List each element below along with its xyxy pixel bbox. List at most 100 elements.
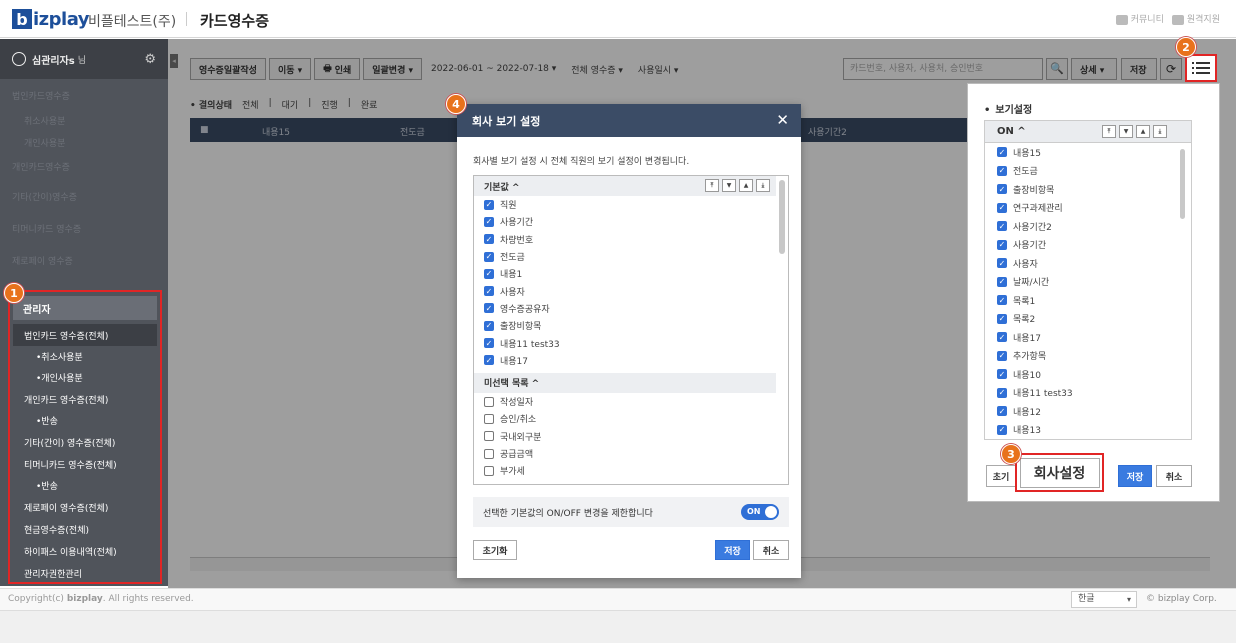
- unselected-group-header[interactable]: 미선택 목록 ^: [474, 372, 776, 393]
- checkbox-checked[interactable]: ✓: [484, 251, 494, 262]
- view-save-button[interactable]: 저장: [1118, 465, 1152, 487]
- checkbox-checked[interactable]: ✓: [997, 332, 1007, 343]
- checkbox-unchecked[interactable]: [484, 396, 494, 407]
- checkbox-checked[interactable]: ✓: [997, 221, 1007, 232]
- default-column-item[interactable]: ✓ 출장비항목: [474, 317, 788, 334]
- checkbox-checked[interactable]: ✓: [484, 286, 494, 297]
- view-column-item[interactable]: ✓ 사용기간: [985, 236, 1191, 255]
- move-top-icon[interactable]: ⤒: [1102, 125, 1116, 138]
- unselected-column-item[interactable]: 부가세: [474, 462, 788, 479]
- checkbox-checked[interactable]: ✓: [997, 387, 1007, 398]
- modal-cancel-button[interactable]: 취소: [753, 540, 789, 560]
- checkbox-unchecked[interactable]: [484, 448, 494, 459]
- unselected-column-item[interactable]: 승인/취소: [474, 410, 788, 427]
- checkbox-checked[interactable]: ✓: [484, 199, 494, 210]
- checkbox-checked[interactable]: ✓: [997, 165, 1007, 176]
- admin-item-personal-card[interactable]: 개인카드 영수증(전체): [10, 388, 160, 410]
- view-settings-toggle-icon[interactable]: [1185, 54, 1217, 82]
- language-select[interactable]: 한글 ▾: [1071, 591, 1137, 608]
- admin-item-permissions[interactable]: 관리자권한관리: [10, 562, 160, 584]
- sidebar-item-personal-use[interactable]: 개인사용분: [0, 131, 168, 153]
- default-column-item[interactable]: ✓ 사용기간: [474, 213, 788, 230]
- restrict-toggle[interactable]: ON: [741, 504, 779, 520]
- view-column-item[interactable]: ✓ 출장비항목: [985, 180, 1191, 199]
- default-column-item[interactable]: ✓ 영수증공유자: [474, 300, 788, 317]
- bizplay-logo[interactable]: b izplay: [12, 8, 90, 30]
- sidebar-item-zeropay[interactable]: 제로페이 영수증: [0, 244, 168, 276]
- default-column-item[interactable]: ✓ 직원: [474, 196, 788, 213]
- view-column-item[interactable]: ✓ 목록2: [985, 310, 1191, 329]
- gear-icon[interactable]: ⚙: [144, 52, 156, 67]
- view-column-item[interactable]: ✓ 목록1: [985, 291, 1191, 310]
- view-column-item[interactable]: ✓ 내용17: [985, 328, 1191, 347]
- checkbox-checked[interactable]: ✓: [997, 258, 1007, 269]
- move-bottom-icon[interactable]: ⤓: [756, 179, 770, 192]
- checkbox-checked[interactable]: ✓: [484, 234, 494, 245]
- modal-reset-button[interactable]: 초기화: [473, 540, 517, 560]
- checkbox-checked[interactable]: ✓: [484, 303, 494, 314]
- checkbox-checked[interactable]: ✓: [484, 216, 494, 227]
- view-column-item[interactable]: ✓ 사용자: [985, 254, 1191, 273]
- list-scrollbar[interactable]: [779, 180, 785, 254]
- close-icon[interactable]: ✕: [776, 111, 789, 129]
- admin-item-tmoney-return[interactable]: •반송: [10, 475, 160, 496]
- move-down-icon[interactable]: ▼: [722, 179, 736, 192]
- checkbox-checked[interactable]: ✓: [997, 295, 1007, 306]
- view-column-item[interactable]: ✓ 내용12: [985, 402, 1191, 421]
- checkbox-checked[interactable]: ✓: [484, 338, 494, 349]
- checkbox-checked[interactable]: ✓: [997, 276, 1007, 287]
- view-cancel-button[interactable]: 취소: [1156, 465, 1192, 487]
- checkbox-checked[interactable]: ✓: [484, 355, 494, 366]
- checkbox-checked[interactable]: ✓: [484, 320, 494, 331]
- checkbox-checked[interactable]: ✓: [997, 147, 1007, 158]
- sidebar-item-tmoney[interactable]: 티머니카드 영수증: [0, 212, 168, 244]
- admin-item-cash-receipt[interactable]: 현금영수증(전체): [10, 518, 160, 540]
- unselected-column-item[interactable]: 작성일자: [474, 393, 788, 410]
- checkbox-checked[interactable]: ✓: [997, 406, 1007, 417]
- view-column-item[interactable]: ✓ 추가항목: [985, 347, 1191, 366]
- view-column-item[interactable]: ✓ 연구과제관리: [985, 199, 1191, 218]
- checkbox-checked[interactable]: ✓: [484, 268, 494, 279]
- move-down-icon[interactable]: ▼: [1119, 125, 1133, 138]
- checkbox-unchecked[interactable]: [484, 465, 494, 476]
- default-column-item[interactable]: ✓ 내용11 test33: [474, 334, 788, 351]
- admin-item-return[interactable]: •반송: [10, 410, 160, 431]
- admin-item-hipass[interactable]: 하이패스 이용내역(전체): [10, 540, 160, 562]
- move-up-icon[interactable]: ▲: [1136, 125, 1150, 138]
- checkbox-unchecked[interactable]: [484, 431, 494, 442]
- community-link[interactable]: 커뮤니티: [1115, 12, 1164, 25]
- admin-item-cancel[interactable]: •취소사용분: [10, 346, 160, 367]
- view-column-item[interactable]: ✓ 내용13: [985, 421, 1191, 440]
- default-column-item[interactable]: ✓ 전도금: [474, 248, 788, 265]
- view-column-item[interactable]: ✓ 전도금: [985, 162, 1191, 181]
- view-column-item[interactable]: ✓ 내용11 test33: [985, 384, 1191, 403]
- default-column-item[interactable]: ✓ 내용1: [474, 265, 788, 282]
- default-column-item[interactable]: ✓ 차량번호: [474, 231, 788, 248]
- admin-item-corp-card[interactable]: 법인카드 영수증(전체): [13, 324, 157, 346]
- move-top-icon[interactable]: ⤒: [705, 179, 719, 192]
- sidebar-item-etc[interactable]: 기타(간이)영수증: [0, 180, 168, 212]
- view-column-item[interactable]: ✓ 내용15: [985, 143, 1191, 162]
- default-column-item[interactable]: ✓ 내용17: [474, 352, 788, 369]
- checkbox-unchecked[interactable]: [484, 413, 494, 424]
- view-column-item[interactable]: ✓ 내용10: [985, 365, 1191, 384]
- checkbox-checked[interactable]: ✓: [997, 239, 1007, 250]
- move-up-icon[interactable]: ▲: [739, 179, 753, 192]
- view-column-item[interactable]: ✓ 사용기간2: [985, 217, 1191, 236]
- company-settings-button[interactable]: 회사설정: [1015, 453, 1104, 492]
- on-group-header[interactable]: ON ^ ⤒ ▼ ▲ ⤓: [985, 121, 1191, 143]
- admin-item-zeropay[interactable]: 제로페이 영수증(전체): [10, 496, 160, 518]
- view-reset-button[interactable]: 초기: [986, 465, 1016, 487]
- checkbox-checked[interactable]: ✓: [997, 369, 1007, 380]
- sidebar-item-corp-card[interactable]: 법인카드영수증: [0, 82, 168, 109]
- sidebar-item-personal-card[interactable]: 개인카드영수증: [0, 153, 168, 180]
- checkbox-checked[interactable]: ✓: [997, 350, 1007, 361]
- unselected-column-item[interactable]: 국내외구분: [474, 428, 788, 445]
- unselected-column-item[interactable]: 공급금액: [474, 445, 788, 462]
- modal-save-button[interactable]: 저장: [715, 540, 750, 560]
- admin-item-etc[interactable]: 기타(간이) 영수증(전체): [10, 431, 160, 453]
- sidebar-item-cancel[interactable]: 취소사용분: [0, 109, 168, 131]
- admin-item-personal-use[interactable]: •개인사용분: [10, 367, 160, 388]
- default-group-header[interactable]: 기본값 ^ ⤒ ▼ ▲ ⤓: [474, 176, 776, 196]
- checkbox-checked[interactable]: ✓: [997, 424, 1007, 435]
